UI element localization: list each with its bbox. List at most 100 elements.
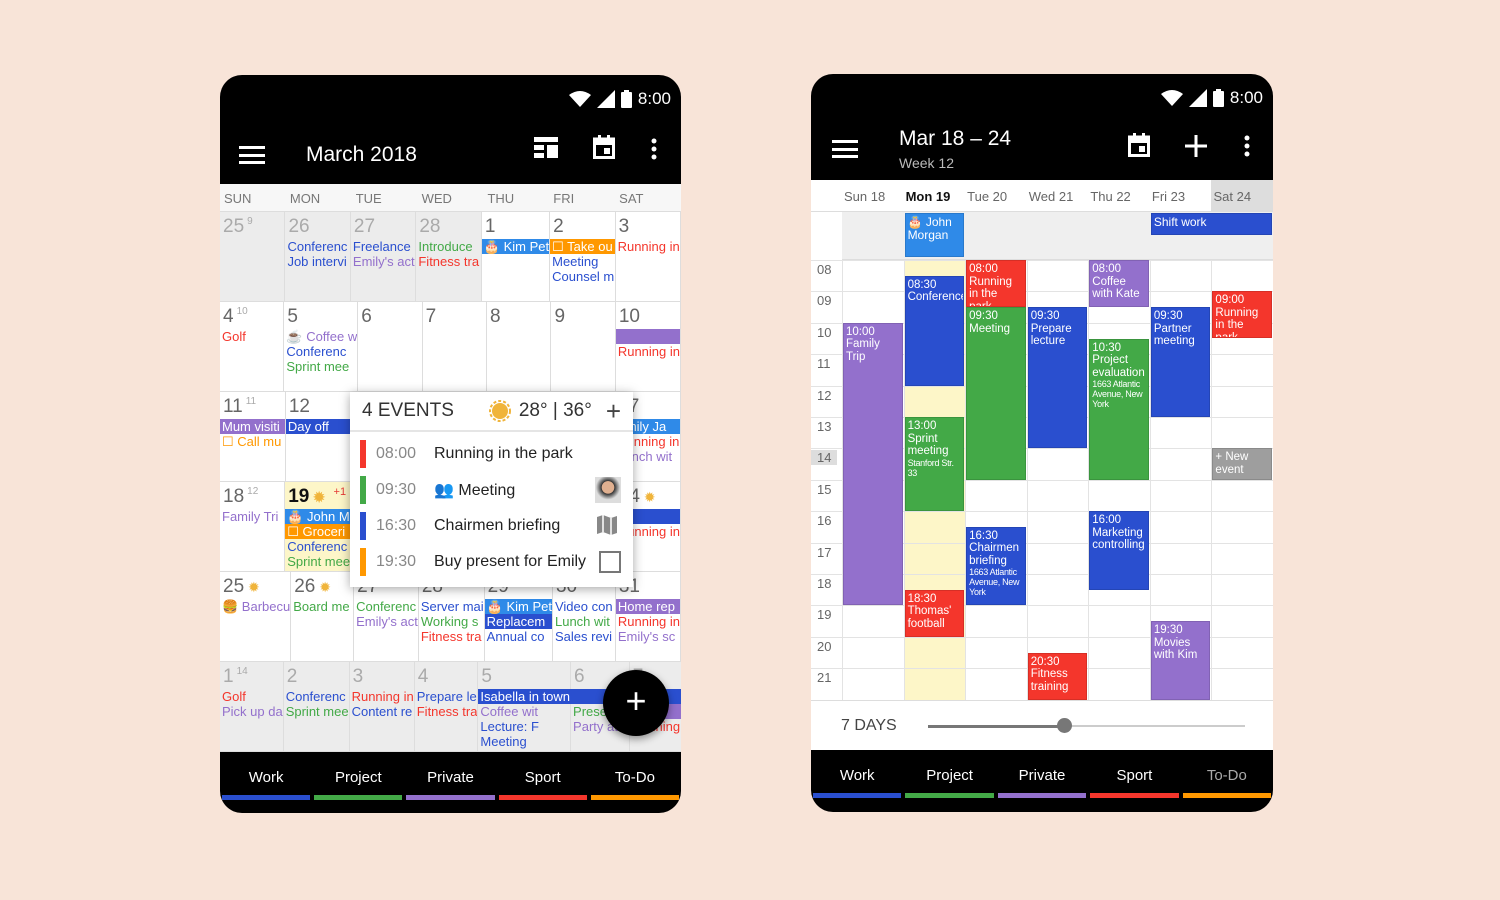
event-chip[interactable]: Conferenc xyxy=(284,689,349,704)
tab-to-do[interactable]: To-Do xyxy=(589,752,681,800)
week-event[interactable]: 19:30 Movies with Kim xyxy=(1150,621,1211,700)
event-chip[interactable]: Board me xyxy=(291,599,353,614)
day-cell[interactable]: 5 Isabella in town Coffee wit Lecture: F Mee… xyxy=(478,662,681,751)
popup-event-row[interactable]: 16:30 Chairmen briefing xyxy=(350,508,633,544)
event-chip[interactable]: ☐ Call mu xyxy=(220,434,285,449)
day-cell[interactable]: 6 xyxy=(358,302,423,391)
week-day-label[interactable]: Fri 23 xyxy=(1150,180,1212,211)
day-cell[interactable]: 8 xyxy=(487,302,552,391)
event-chip[interactable]: Coffee wit xyxy=(478,704,570,719)
event-chip[interactable]: Conferenc xyxy=(284,344,357,359)
event-chip[interactable]: Day off xyxy=(285,419,351,434)
event-chip[interactable]: Conferenc xyxy=(354,599,418,614)
map-icon[interactable] xyxy=(595,513,621,539)
event-chip[interactable]: Fitness tra xyxy=(415,704,478,719)
tab-private[interactable]: Private xyxy=(996,750,1088,798)
day-cell[interactable]: 3 Running in Content re xyxy=(349,662,415,751)
more-vert-icon[interactable] xyxy=(1244,135,1250,157)
event-chip[interactable]: 🎂 Kim Pet xyxy=(481,239,550,254)
day-cell[interactable]: 5 ☕ Coffee w Conferenc Sprint mee xyxy=(284,302,359,391)
event-chip[interactable]: Counsel m xyxy=(550,269,614,284)
event-chip[interactable]: Sprint mee xyxy=(285,554,350,569)
all-day-event[interactable]: Shift work xyxy=(1150,213,1272,235)
event-chip[interactable]: Meeting xyxy=(478,734,570,749)
event-chip[interactable]: Golf xyxy=(220,689,283,704)
week-event[interactable]: 16:00 Marketing controlling xyxy=(1089,511,1149,590)
event-chip[interactable]: 🎂 Kim Pet xyxy=(484,599,552,614)
popup-event-row[interactable]: 19:30 Buy present for Emily xyxy=(350,544,633,580)
event-chip[interactable]: Sprint mee xyxy=(284,359,357,374)
days-slider[interactable] xyxy=(928,718,1245,733)
tab-work[interactable]: Work xyxy=(811,750,903,798)
event-chip[interactable]: Pick up da xyxy=(220,704,283,719)
day-cell[interactable]: 27 Freelance Emily's act xyxy=(350,212,417,301)
event-chip[interactable]: Replacem xyxy=(484,614,552,629)
tab-sport[interactable]: Sport xyxy=(497,752,589,800)
calendar-today-icon[interactable] xyxy=(593,135,615,159)
calendar-today-icon[interactable] xyxy=(1128,133,1150,157)
tab-to-do[interactable]: To-Do xyxy=(1181,750,1273,798)
week-event[interactable]: 08:30 Conference xyxy=(904,275,965,386)
day-cell[interactable]: 19 ✹ +1 🎂 John M ☐ Groceri Conferenc Sprint m… xyxy=(285,482,352,571)
event-chip[interactable]: Emily's act xyxy=(351,254,415,269)
event-chip[interactable]: Content re xyxy=(350,704,414,719)
day-cell[interactable]: 25 ✹ 🍔 Barbecu xyxy=(220,572,292,661)
week-event[interactable]: 10:00 Family Trip xyxy=(843,322,903,606)
event-chip[interactable]: Server mai xyxy=(419,599,484,614)
add-icon[interactable] xyxy=(1185,135,1207,157)
tab-project[interactable]: Project xyxy=(312,752,404,800)
more-vert-icon[interactable] xyxy=(651,138,657,160)
slider-handle[interactable] xyxy=(1057,718,1073,733)
day-cell[interactable]: 4 10 Golf xyxy=(220,302,285,391)
event-chip[interactable]: Lunch wit xyxy=(553,614,615,629)
event-chip[interactable]: ☐ Groceri xyxy=(285,524,351,539)
event-chip[interactable]: Home rep xyxy=(615,599,681,614)
view-layout-icon[interactable] xyxy=(534,137,558,159)
event-chip[interactable]: Sprint mee xyxy=(284,704,349,719)
event-chip[interactable]: 🎂 John M xyxy=(285,509,351,524)
event-chip[interactable]: 🍔 Barbecu xyxy=(220,599,290,614)
event-chip[interactable]: Running in xyxy=(616,614,680,629)
event-chip[interactable]: ☐ Take ou xyxy=(550,239,615,254)
event-chip[interactable]: Prepare le xyxy=(415,689,478,704)
day-cell[interactable]: 9 xyxy=(551,302,616,391)
add-event-fab[interactable]: + xyxy=(603,670,669,736)
week-event[interactable]: 08:00 Running in the park xyxy=(966,260,1026,308)
event-chip[interactable]: Fitness tra xyxy=(416,254,480,269)
menu-icon[interactable] xyxy=(832,140,858,158)
all-day-event[interactable]: 🎂 John Morgan xyxy=(904,213,965,257)
popup-event-row[interactable]: 09:30 👥 Meeting xyxy=(350,472,633,508)
event-chip[interactable]: Working s xyxy=(419,614,484,629)
day-cell[interactable]: 11 11 Mum visiti ☐ Call mu xyxy=(220,392,286,481)
week-event[interactable]: 18:30 Thomas' football xyxy=(904,589,965,637)
event-chip[interactable]: Video con xyxy=(553,599,615,614)
event-chip[interactable]: Running in xyxy=(350,689,414,704)
week-event[interactable]: 09:30 Partner meeting xyxy=(1150,307,1211,417)
tab-work[interactable]: Work xyxy=(220,752,312,800)
event-chip[interactable]: Fitness tra xyxy=(419,629,484,644)
event-chip[interactable]: Conferenc xyxy=(285,539,350,554)
week-event[interactable]: 09:30 Meeting xyxy=(966,307,1026,480)
event-chip[interactable]: Conferenc xyxy=(285,239,349,254)
day-cell[interactable]: 2 ☐ Take ou Meeting Counsel m xyxy=(550,212,616,301)
menu-icon[interactable] xyxy=(239,146,265,164)
tab-sport[interactable]: Sport xyxy=(1088,750,1180,798)
event-chip[interactable]: Introduce xyxy=(416,239,480,254)
week-day-label[interactable]: Mon 19 xyxy=(904,180,966,211)
week-day-label[interactable]: Sun 18 xyxy=(842,180,904,211)
day-cell[interactable]: 26 ✹ Board me xyxy=(291,572,355,661)
week-event[interactable]: 16:30 Chairmen briefing 1663 Atlantic Aven… xyxy=(966,526,1026,606)
tab-project[interactable]: Project xyxy=(903,750,995,798)
day-cell[interactable]: 10 Running in xyxy=(615,302,681,391)
event-chip[interactable]: Running in xyxy=(616,239,680,254)
event-chip[interactable]: Running in xyxy=(616,344,680,359)
popup-add-button[interactable]: + xyxy=(606,396,621,427)
event-chip[interactable]: Golf xyxy=(220,329,283,344)
day-cell[interactable]: 1 🎂 Kim Pet xyxy=(481,212,551,301)
week-event[interactable]: + New event xyxy=(1212,448,1272,480)
event-chip[interactable] xyxy=(615,329,680,344)
day-cell[interactable]: 4 Prepare le Fitness tra xyxy=(414,662,479,751)
event-chip[interactable]: Mum visiti xyxy=(220,419,285,434)
week-day-label[interactable]: Wed 21 xyxy=(1027,180,1089,211)
event-chip[interactable]: Emily's sc xyxy=(616,629,680,644)
